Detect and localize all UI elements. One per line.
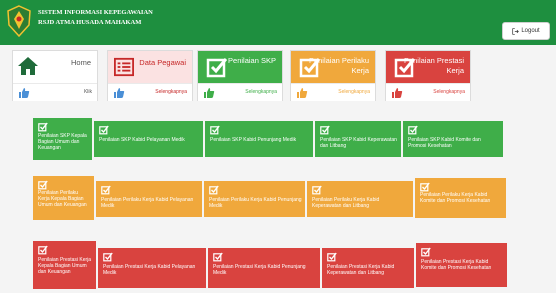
thumbs-up-icon [297, 88, 308, 98]
app-title-line1: SISTEM INFORMASI KEPEGAWAIAN [38, 9, 153, 16]
card-data-pegawai-label: Data Pegawai [139, 58, 186, 67]
perilaku-tile-pelayanan-medik-label: Penilaian Perilaku Kerja Kabid Pelayanan… [101, 197, 194, 209]
logout-label: Logout [521, 28, 540, 34]
skp-tile-penunjang-medik-label: Penilaian SKP Kabid Penunjang Medik [210, 137, 297, 143]
prestasi-tile-komite-promosi-label: Penilaian Prestasi Kerja Kabid Komite da… [421, 259, 492, 271]
check-square-icon [103, 252, 113, 262]
skp-tile-keperawatan-litbang[interactable]: Penilaian SKP Kabid Keperawatan dan Litb… [315, 121, 401, 157]
app-title-line2: RSJD ATMA HUSADA MAHAKAM [38, 19, 142, 26]
check-square-icon [420, 182, 430, 192]
check-square-icon [101, 185, 111, 195]
skp-tile-umum-keuangan-label: Penilaian SKP Kepala Bagian Umum dan Keu… [38, 133, 87, 151]
card-data-pegawai[interactable]: Data Pegawai Selengkapnya [107, 50, 193, 101]
prestasi-tile-pelayanan-medik[interactable]: Penilaian Prestasi Kerja Kabid Pelayanan… [98, 248, 206, 288]
check-square-icon [209, 185, 219, 195]
check-square-icon [206, 58, 228, 78]
skp-tile-pelayanan-medik-label: Penilaian SKP Kabid Pelayanan Medik [99, 137, 185, 143]
prestasi-tile-umum-keuangan[interactable]: Penilaian Prestasi Kerja Kepala Bagian U… [33, 241, 96, 289]
card-penilaian-perilaku[interactable]: Penilaian Perilaku Kerja Selengkapnya [290, 50, 376, 101]
check-square-icon [320, 125, 330, 135]
perilaku-tile-keperawatan-litbang-label: Penilaian Perilaku Kerja Kabid Keperawat… [312, 197, 380, 209]
check-square-icon [421, 247, 431, 257]
card-penilaian-prestasi-link[interactable]: Selengkapnya [433, 89, 465, 95]
prestasi-tile-pelayanan-medik-label: Penilaian Prestasi Kerja Kabid Pelayanan… [103, 264, 196, 276]
thumbs-up-icon [114, 88, 125, 98]
home-icon [18, 57, 38, 75]
logout-button[interactable]: Logout [502, 22, 550, 40]
card-penilaian-skp[interactable]: Penilaian SKP Selengkapnya [197, 50, 283, 101]
skp-row: Penilaian SKP Kepala Bagian Umum dan Keu… [33, 118, 553, 160]
thumbs-up-icon [19, 88, 30, 98]
app-header: SISTEM INFORMASI KEPEGAWAIAN RSJD ATMA H… [0, 0, 556, 45]
card-penilaian-prestasi-label: Penilaian Prestasi Kerja [403, 56, 464, 75]
prestasi-tile-umum-keuangan-label: Penilaian Prestasi Kerja Kepala Bagian U… [38, 257, 92, 275]
check-square-icon [38, 180, 48, 190]
check-square-icon [408, 125, 418, 135]
check-square-icon [327, 252, 337, 262]
prestasi-tile-penunjang-medik-label: Penilaian Prestasi Kerja Kabid Penunjang… [213, 264, 306, 276]
prestasi-tile-keperawatan-litbang-label: Penilaian Prestasi Kerja Kabid Keperawat… [327, 264, 395, 276]
skp-tile-komite-promosi-label: Penilaian SKP Kabid Komite dan Promosi K… [408, 137, 481, 149]
perilaku-row: Penilaian Perilaku Kerja Kepala Bagian U… [33, 176, 553, 220]
check-square-icon [312, 185, 322, 195]
perilaku-tile-umum-keuangan-label: Penilaian Perilaku Kerja Kepala Bagian U… [38, 190, 87, 208]
perilaku-tile-keperawatan-litbang[interactable]: Penilaian Perilaku Kerja Kabid Keperawat… [307, 181, 413, 217]
skp-tile-penunjang-medik[interactable]: Penilaian SKP Kabid Penunjang Medik [205, 121, 313, 157]
list-icon [114, 57, 134, 77]
province-logo [7, 5, 31, 37]
card-penilaian-prestasi[interactable]: Penilaian Prestasi Kerja Selengkapnya [385, 50, 471, 101]
card-home[interactable]: Home Klik [12, 50, 98, 101]
thumbs-up-icon [392, 88, 403, 98]
card-penilaian-perilaku-label: Penilaian Perilaku Kerja [308, 56, 369, 75]
check-square-icon [213, 252, 223, 262]
perilaku-tile-komite-promosi[interactable]: Penilaian Perilaku Kerja Kabid Komite da… [415, 178, 506, 218]
check-square-icon [38, 245, 48, 255]
skp-tile-komite-promosi[interactable]: Penilaian SKP Kabid Komite dan Promosi K… [403, 121, 503, 157]
prestasi-tile-keperawatan-litbang[interactable]: Penilaian Prestasi Kerja Kabid Keperawat… [322, 248, 414, 288]
perilaku-tile-komite-promosi-label: Penilaian Perilaku Kerja Kabid Komite da… [420, 192, 491, 204]
skp-tile-umum-keuangan[interactable]: Penilaian SKP Kepala Bagian Umum dan Keu… [33, 118, 92, 160]
check-square-icon [99, 125, 109, 135]
card-penilaian-skp-link[interactable]: Selengkapnya [245, 89, 277, 95]
app-title: SISTEM INFORMASI KEPEGAWAIAN RSJD ATMA H… [38, 8, 153, 28]
prestasi-row: Penilaian Prestasi Kerja Kepala Bagian U… [33, 241, 553, 289]
card-penilaian-skp-label: Penilaian SKP [228, 56, 276, 65]
card-home-link[interactable]: Klik [84, 89, 92, 95]
card-data-pegawai-link[interactable]: Selengkapnya [155, 89, 187, 95]
perilaku-tile-umum-keuangan[interactable]: Penilaian Perilaku Kerja Kepala Bagian U… [33, 176, 94, 220]
check-square-icon [38, 122, 48, 132]
card-home-label: Home [70, 58, 91, 67]
prestasi-tile-penunjang-medik[interactable]: Penilaian Prestasi Kerja Kabid Penunjang… [208, 248, 320, 288]
thumbs-up-icon [204, 88, 215, 98]
perilaku-tile-pelayanan-medik[interactable]: Penilaian Perilaku Kerja Kabid Pelayanan… [96, 181, 202, 217]
perilaku-tile-penunjang-medik-label: Penilaian Perilaku Kerja Kabid Penunjang… [209, 197, 302, 209]
prestasi-tile-komite-promosi[interactable]: Penilaian Prestasi Kerja Kabid Komite da… [416, 243, 507, 287]
skp-tile-keperawatan-litbang-label: Penilaian SKP Kabid Keperawatan dan Litb… [320, 137, 397, 149]
logout-icon [512, 27, 520, 35]
check-square-icon [210, 125, 220, 135]
perilaku-tile-penunjang-medik[interactable]: Penilaian Perilaku Kerja Kabid Penunjang… [204, 181, 305, 217]
card-penilaian-perilaku-link[interactable]: Selengkapnya [338, 89, 370, 95]
skp-tile-pelayanan-medik[interactable]: Penilaian SKP Kabid Pelayanan Medik [94, 121, 203, 157]
